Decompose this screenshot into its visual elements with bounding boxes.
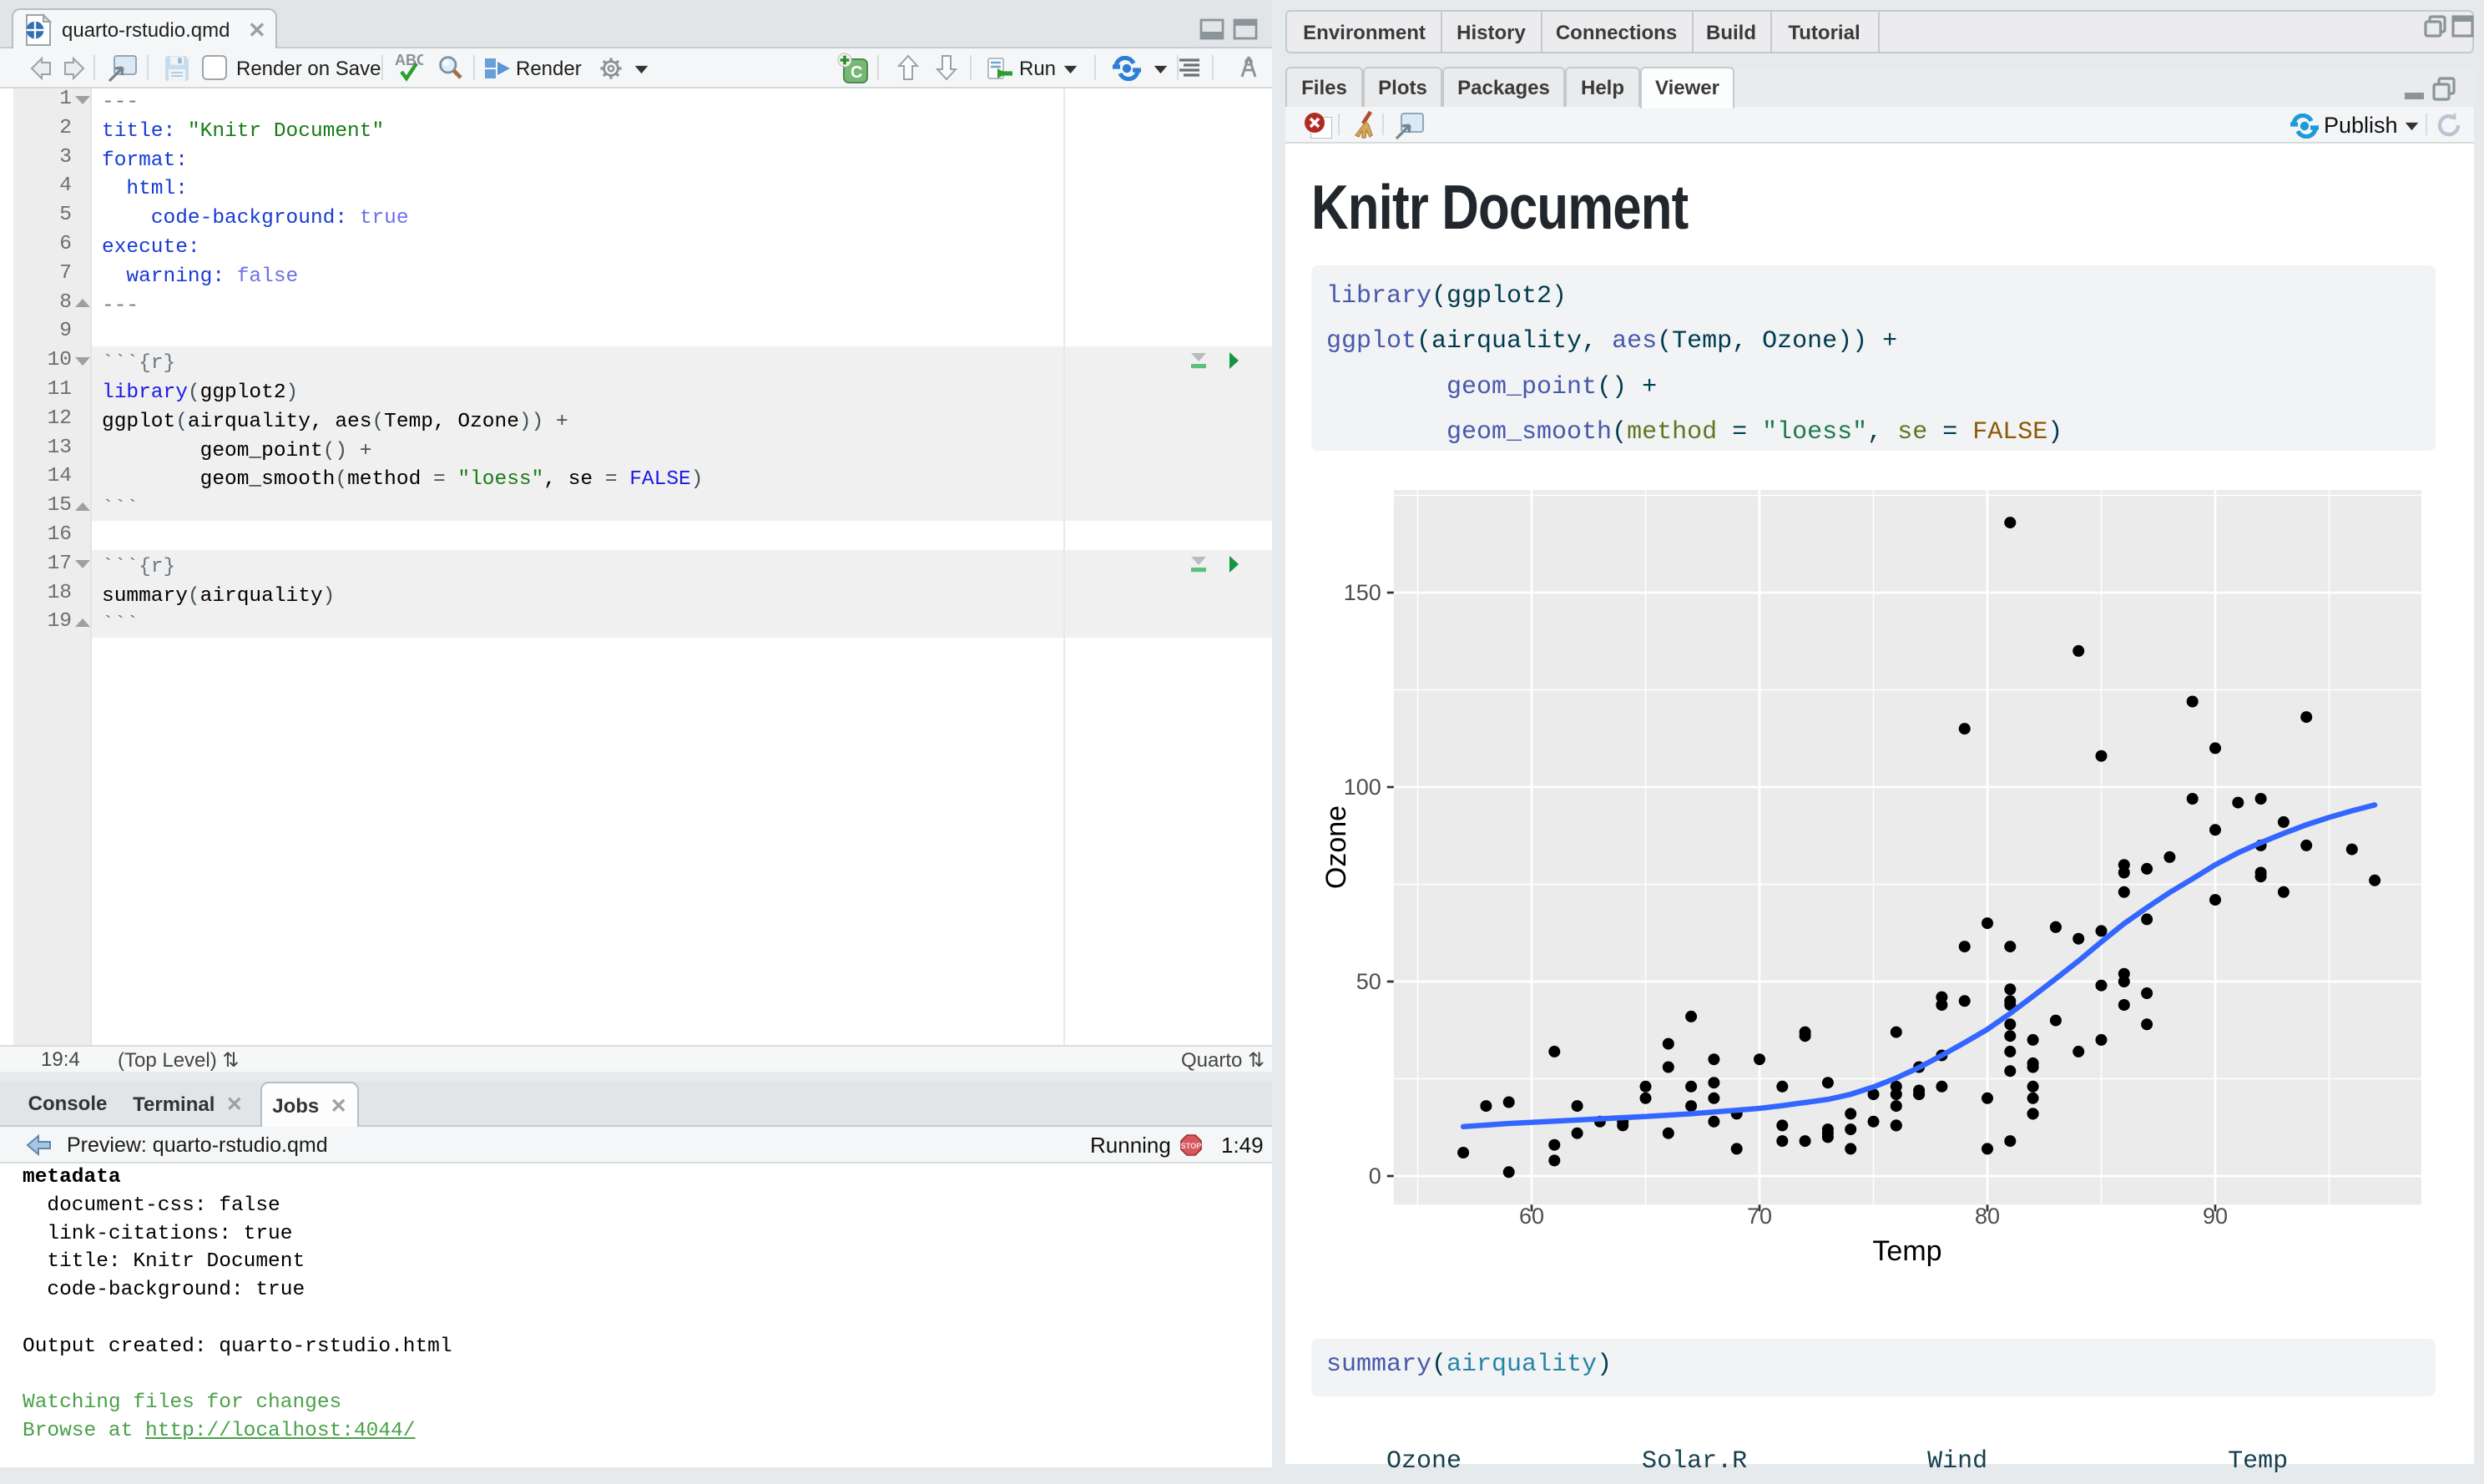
svg-text:90: 90 xyxy=(2203,1204,2228,1229)
svg-text:0: 0 xyxy=(1369,1163,1381,1189)
svg-text:ABC: ABC xyxy=(395,52,423,68)
svg-text:50: 50 xyxy=(1356,969,1381,994)
svg-text:Ozone: Ozone xyxy=(1320,805,1352,889)
svg-text:100: 100 xyxy=(1344,775,1381,800)
svg-text:80: 80 xyxy=(1975,1204,2000,1229)
svg-text:150: 150 xyxy=(1344,580,1381,605)
svg-text:C: C xyxy=(851,63,862,82)
svg-text:60: 60 xyxy=(1519,1204,1544,1229)
svg-text:Temp: Temp xyxy=(1872,1235,1941,1267)
svg-text:STOP: STOP xyxy=(1181,1142,1202,1150)
svg-text:70: 70 xyxy=(1747,1204,1772,1229)
